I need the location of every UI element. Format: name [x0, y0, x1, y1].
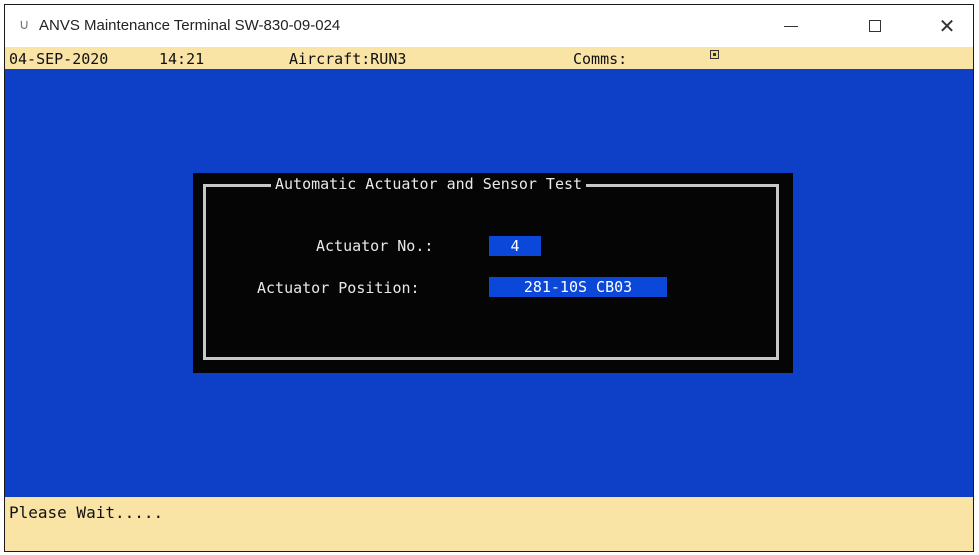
status-bar: 04-SEP-2020 14:21 Aircraft:RUN3 Comms:: [5, 47, 973, 69]
actuator-no-value: 4: [489, 236, 541, 256]
actuator-no-label: Actuator No.:: [316, 237, 434, 255]
close-icon: ✕: [938, 14, 956, 38]
comms-indicator-icon: [710, 50, 719, 59]
status-aircraft: Aircraft:RUN3: [289, 50, 407, 68]
maximize-button[interactable]: [848, 5, 902, 47]
dialog-frame: [203, 184, 779, 360]
actuator-position-label: Actuator Position:: [257, 279, 420, 297]
status-message: Please Wait.....: [9, 503, 164, 522]
maximize-icon: [869, 20, 881, 32]
title-bar[interactable]: ∪ ANVS Maintenance Terminal SW-830-09-02…: [5, 5, 973, 47]
actuator-position-value: 281-10S CB03: [489, 277, 667, 297]
terminal-screen: Automatic Actuator and Sensor Test Actua…: [5, 69, 973, 497]
status-comms-label: Comms:: [573, 50, 628, 68]
minimize-button[interactable]: [764, 5, 818, 47]
window-title: ANVS Maintenance Terminal SW-830-09-024: [39, 17, 341, 34]
terminal-app-icon: ∪: [19, 17, 30, 33]
actuator-test-dialog: Automatic Actuator and Sensor Test Actua…: [193, 173, 793, 373]
status-time: 14:21: [159, 50, 205, 68]
minimize-icon: [784, 25, 798, 27]
close-button[interactable]: ✕: [920, 5, 973, 47]
terminal-window: ∪ ANVS Maintenance Terminal SW-830-09-02…: [4, 4, 974, 552]
message-bar: Please Wait.....: [5, 497, 973, 551]
dialog-title: Automatic Actuator and Sensor Test: [271, 175, 587, 193]
status-date: 04-SEP-2020: [9, 50, 109, 68]
